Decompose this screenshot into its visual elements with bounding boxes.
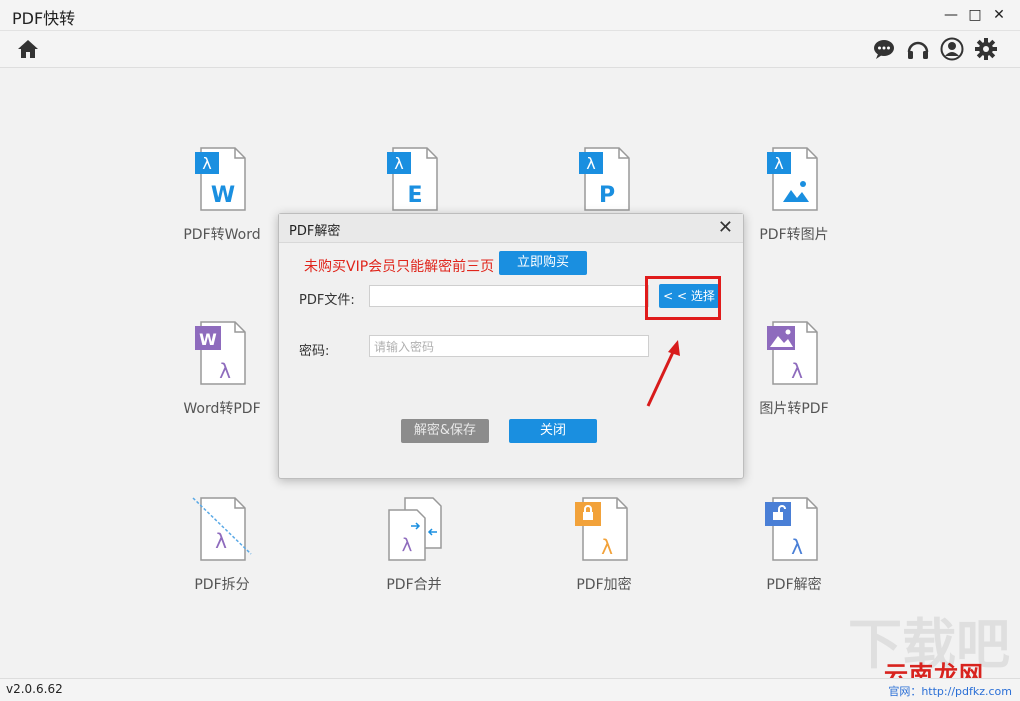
tool-pdf-encrypt[interactable]: λ PDF加密 [534, 496, 674, 594]
svg-text:λ: λ [202, 154, 211, 173]
tool-label: PDF拆分 [194, 577, 250, 593]
tool-label: PDF合并 [386, 577, 442, 593]
tool-label: 图片转PDF [759, 401, 829, 417]
tool-label: PDF转Word [183, 227, 261, 243]
annotation-arrow-icon [646, 340, 680, 407]
headset-icon[interactable] [906, 37, 930, 61]
decrypt-save-button[interactable]: 解密&保存 [401, 419, 489, 443]
svg-text:λ: λ [402, 535, 413, 556]
dialog-close-icon[interactable]: ✕ [718, 217, 733, 238]
password-label: 密码: [299, 344, 330, 359]
tool-label: PDF解密 [766, 577, 822, 593]
word-to-pdf-icon: W λ [195, 321, 246, 385]
svg-text:λ: λ [791, 535, 803, 559]
tool-pdf-split[interactable]: λ PDF拆分 [152, 496, 292, 594]
svg-text:λ: λ [586, 154, 595, 173]
home-icon[interactable] [16, 37, 40, 61]
password-input[interactable]: 请输入密码 [369, 335, 649, 357]
dialog-close-button[interactable]: 关闭 [509, 419, 597, 443]
status-bar: v2.0.6.62 官网：http://pdfkz.com [0, 678, 1020, 701]
svg-text:P: P [599, 183, 615, 208]
svg-text:E: E [407, 183, 422, 208]
pdf-to-image-icon: λ [767, 147, 818, 211]
svg-text:λ: λ [215, 529, 227, 553]
maximize-button[interactable]: □ [964, 4, 986, 26]
svg-text:λ: λ [601, 535, 613, 559]
close-window-button[interactable]: ✕ [988, 4, 1010, 26]
pdf-encrypt-icon: λ [575, 497, 628, 561]
pdf-split-icon: λ [192, 497, 252, 561]
dialog-header: PDF解密 ✕ [279, 214, 743, 243]
website-link[interactable]: 官网：http://pdfkz.com [888, 683, 1012, 699]
vip-warning: 未购买VIP会员只能解密前三页 [304, 259, 495, 275]
file-path-input[interactable] [369, 285, 649, 307]
tool-pdf-to-word[interactable]: λ W PDF转Word [152, 146, 292, 244]
toolbar [0, 31, 1020, 68]
pdf-to-word-icon: λ W [195, 147, 246, 211]
app-title: PDF快转 [12, 9, 76, 28]
svg-text:W: W [199, 330, 217, 349]
svg-text:W: W [211, 183, 235, 208]
image-to-pdf-icon: λ [767, 321, 818, 385]
pdf-to-excel-icon: λ E [387, 147, 438, 211]
tool-pdf-to-image[interactable]: λ PDF转图片 [724, 146, 864, 244]
version-label: v2.0.6.62 [6, 682, 63, 696]
tool-pdf-decrypt[interactable]: λ PDF解密 [724, 496, 864, 594]
minimize-button[interactable]: — [940, 4, 962, 26]
dialog-title: PDF解密 [289, 224, 341, 239]
svg-text:λ: λ [791, 359, 803, 383]
file-label: PDF文件: [299, 293, 355, 308]
buy-now-button[interactable]: 立即购买 [499, 251, 587, 275]
svg-text:λ: λ [219, 359, 231, 383]
chat-icon[interactable] [872, 37, 896, 61]
svg-text:λ: λ [774, 154, 783, 173]
pdf-merge-icon: λ [388, 497, 442, 561]
gear-icon[interactable] [974, 37, 998, 61]
tool-label: Word转PDF [183, 401, 261, 417]
annotation-highlight-box [645, 276, 721, 320]
user-icon[interactable] [940, 37, 964, 61]
pdf-decrypt-icon: λ [765, 497, 818, 561]
tool-word-to-pdf[interactable]: W λ Word转PDF [152, 320, 292, 418]
tool-pdf-merge[interactable]: λ PDF合并 [344, 496, 484, 594]
pdf-to-ppt-icon: λ P [579, 147, 630, 211]
tool-image-to-pdf[interactable]: λ 图片转PDF [724, 320, 864, 418]
title-bar: PDF快转 — □ ✕ [0, 0, 1020, 31]
svg-text:λ: λ [394, 154, 403, 173]
tool-label: PDF加密 [576, 577, 632, 593]
tool-label: PDF转图片 [759, 227, 829, 243]
